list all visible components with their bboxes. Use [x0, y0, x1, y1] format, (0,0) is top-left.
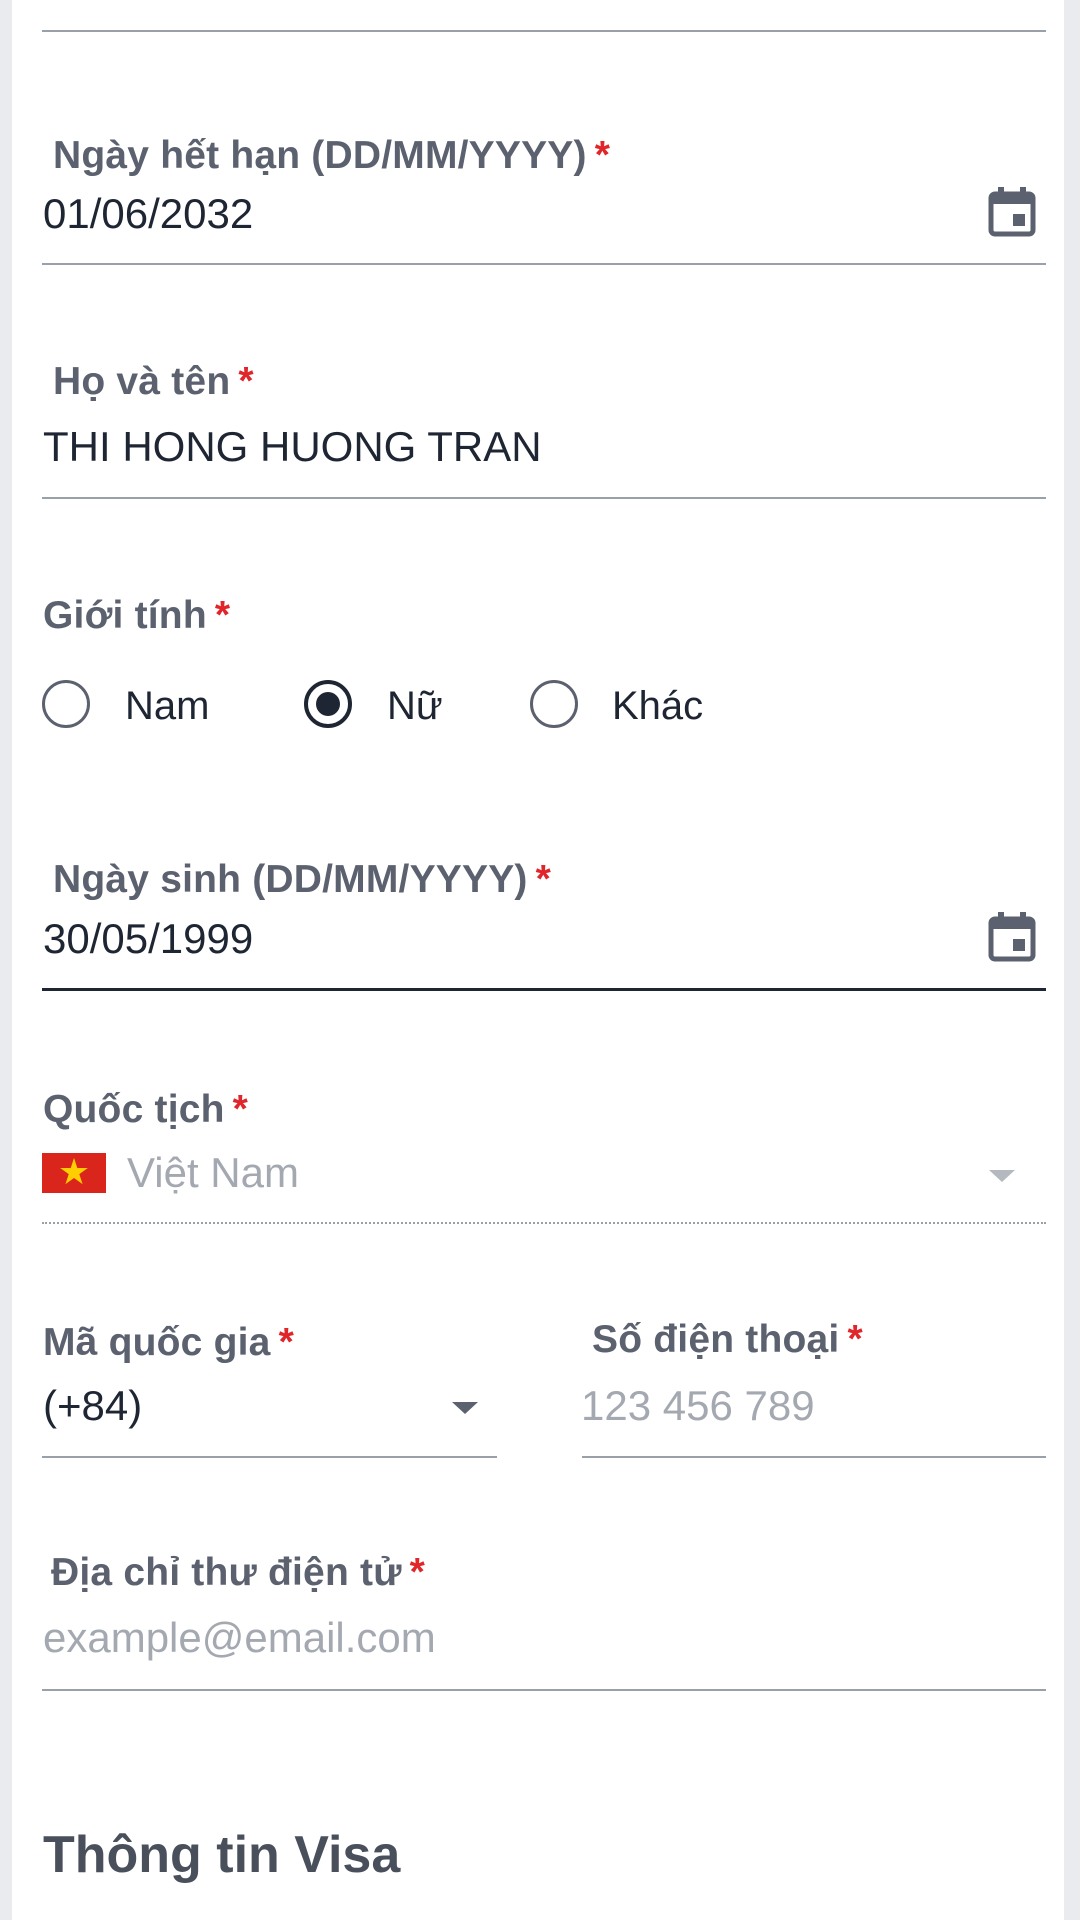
country-code-value[interactable]: (+84) — [43, 1382, 142, 1430]
email-underline — [42, 1689, 1046, 1691]
calendar-icon[interactable] — [988, 911, 1036, 963]
email-input[interactable]: example@email.com — [43, 1614, 436, 1662]
required-marker: * — [232, 1088, 249, 1131]
required-marker: * — [594, 134, 611, 177]
gender-option-khac-label[interactable]: Khác — [612, 684, 703, 729]
gender-option-nu-label[interactable]: Nữ — [387, 684, 443, 729]
email-label: Địa chỉ thư điện tử * — [51, 1551, 426, 1594]
phone-input[interactable]: 123 456 789 — [581, 1382, 815, 1430]
gender-radio-nu[interactable] — [304, 680, 352, 728]
required-marker: * — [847, 1318, 863, 1361]
phone-label: Số điện thoại * — [592, 1318, 863, 1361]
gender-label: Giới tính * — [43, 594, 231, 637]
chevron-down-icon[interactable] — [989, 1170, 1015, 1182]
birth-date-underline — [42, 988, 1046, 991]
nationality-underline — [42, 1222, 1046, 1224]
vietnam-flag-icon: ★ — [42, 1153, 106, 1193]
calendar-icon[interactable] — [988, 186, 1036, 238]
full-name-input[interactable]: THI HONG HUONG TRAN — [43, 423, 542, 471]
gender-option-nam-label[interactable]: Nam — [125, 684, 209, 729]
gender-radio-nam[interactable] — [42, 680, 90, 728]
nationality-value[interactable]: Việt Nam — [127, 1149, 299, 1197]
gender-radio-khac[interactable] — [530, 680, 578, 728]
expiry-date-label: Ngày hết hạn (DD/MM/YYYY) * — [53, 134, 611, 177]
phone-underline — [582, 1456, 1046, 1458]
chevron-down-icon[interactable] — [452, 1402, 478, 1414]
required-marker: * — [238, 360, 254, 403]
full-name-underline — [42, 497, 1046, 499]
country-code-label: Mã quốc gia * — [43, 1321, 294, 1364]
required-marker: * — [535, 858, 551, 901]
country-code-underline — [42, 1456, 497, 1458]
required-marker: * — [214, 594, 231, 637]
expiry-date-input[interactable]: 01/06/2032 — [43, 190, 253, 238]
form-card: Ngày hết hạn (DD/MM/YYYY) * 01/06/2032 Họ… — [12, 0, 1064, 1920]
required-marker: * — [409, 1551, 426, 1594]
birth-date-input[interactable]: 30/05/1999 — [43, 915, 253, 963]
nationality-label: Quốc tịch * — [43, 1088, 249, 1131]
birth-date-label: Ngày sinh (DD/MM/YYYY) * — [53, 858, 551, 901]
visa-section-title: Thông tin Visa — [43, 1826, 401, 1884]
full-name-label: Họ và tên * — [53, 360, 254, 403]
previous-field-underline — [42, 30, 1046, 32]
expiry-date-underline — [42, 263, 1046, 265]
required-marker: * — [278, 1321, 294, 1364]
